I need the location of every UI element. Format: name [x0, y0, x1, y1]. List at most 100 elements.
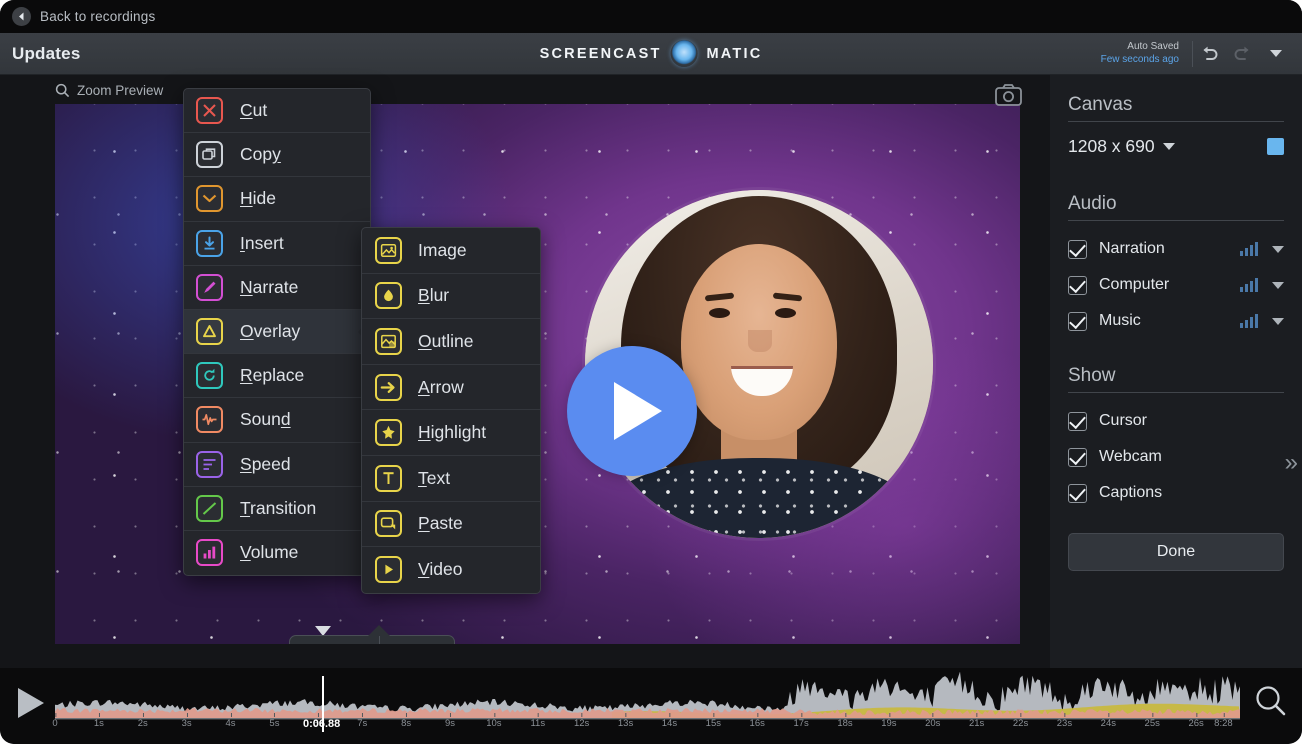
redo-button[interactable]: [1226, 39, 1259, 69]
overlay-submenu-item-outline[interactable]: Outline: [362, 319, 540, 365]
replace-icon: [204, 369, 215, 381]
speed-icon: [203, 458, 216, 470]
chevron-down-icon[interactable]: [1272, 281, 1284, 289]
context-menu-item-transition[interactable]: Transition: [184, 487, 370, 531]
arrow-icon: [380, 381, 395, 393]
timeline-tick: 21s: [968, 713, 985, 729]
context-menu-item-cut[interactable]: Cut: [184, 89, 370, 134]
magnifier-icon: [1256, 686, 1286, 716]
autosave-time: Few seconds ago: [1100, 53, 1179, 65]
audio-levels-icon[interactable]: [1240, 242, 1258, 256]
arrow-icon: [375, 373, 402, 401]
done-button[interactable]: Done: [1068, 533, 1284, 571]
audio-levels-icon[interactable]: [1240, 314, 1258, 328]
chevron-down-icon[interactable]: [1272, 317, 1284, 325]
overlay-submenu-item-blur[interactable]: Blur: [362, 274, 540, 320]
speed-icon: [196, 450, 223, 478]
context-menu-item-insert[interactable]: Insert: [184, 222, 370, 266]
screenshot-button[interactable]: [995, 84, 1022, 111]
context-menu-item-overlay[interactable]: Overlay: [184, 309, 371, 355]
play-overlay-button[interactable]: [567, 346, 697, 476]
audio-heading: Audio: [1068, 193, 1117, 214]
timeline-zoom-button[interactable]: [1254, 684, 1288, 723]
audio-track-label: Music: [1099, 312, 1141, 329]
camera-icon: [995, 84, 1022, 106]
sound-icon: [202, 414, 217, 426]
show-checkbox[interactable]: [1068, 411, 1087, 431]
audio-track-computer: Computer: [1068, 267, 1284, 303]
overlay-icon: [196, 318, 223, 346]
canvas-row: 1208 x 690: [1068, 132, 1284, 159]
audio-checkbox[interactable]: [1068, 311, 1087, 331]
transition-icon: [202, 502, 217, 515]
app-logo: SCREENCAST MATIC: [540, 40, 763, 67]
canvas-color-swatch[interactable]: [1267, 138, 1284, 155]
undo-button[interactable]: [1193, 39, 1226, 69]
playhead-time-label: 0:06.88: [302, 718, 341, 730]
audio-checkbox[interactable]: [1068, 239, 1087, 259]
timeline-tick: 22s: [1012, 713, 1029, 729]
show-heading: Show: [1068, 365, 1116, 386]
overlay-submenu-item-paste[interactable]: Paste: [362, 502, 540, 548]
context-menu-item-label: Replace: [240, 365, 305, 386]
paste-icon: [375, 510, 402, 538]
context-menu-item-sound[interactable]: Sound: [184, 398, 370, 443]
highlight-icon: [375, 419, 402, 447]
overlay-submenu-item-label: Text: [418, 467, 451, 488]
context-menu-item-volume[interactable]: Volume: [184, 531, 370, 575]
overlay-submenu-item-image[interactable]: Image: [362, 228, 540, 274]
timeline-tick: 14s: [661, 713, 678, 729]
timeline-tick: 7s: [357, 713, 368, 729]
overlay-submenu-item-label: Highlight: [418, 422, 487, 443]
audio-levels-icon[interactable]: [1240, 278, 1258, 292]
audio-checkbox[interactable]: [1068, 275, 1087, 295]
timeline-play-button[interactable]: [18, 688, 44, 718]
app-header: Updates SCREENCAST MATIC Auto Saved Few …: [0, 33, 1302, 75]
tools-bar: Tools + Text: [289, 625, 455, 644]
context-menu-item-hide[interactable]: Hide: [184, 177, 370, 222]
chevron-double-right-icon[interactable]: »: [1285, 449, 1298, 477]
show-checkbox[interactable]: [1068, 447, 1087, 467]
show-option-label: Webcam: [1099, 448, 1162, 465]
timeline-tick: 26s: [1188, 713, 1204, 729]
chevron-down-icon[interactable]: [1272, 245, 1284, 253]
timeline-waveform-track[interactable]: [55, 672, 1240, 720]
canvas-size-select[interactable]: 1208 x 690: [1068, 136, 1175, 157]
context-menu-item-label: Overlay: [240, 321, 301, 342]
tools-bar-notch-up: [368, 625, 390, 636]
timeline-ruler[interactable]: 0 1s 2s 3s 4s 5s 6s 7s 8s 9s 10s 11s 12s 13s 14s 15s 16s…: [52, 626, 1240, 740]
webcam-eye-right: [775, 308, 796, 318]
hide-icon: [202, 195, 217, 203]
undo-icon: [1203, 46, 1218, 60]
context-menu-item-copy[interactable]: Copy: [184, 133, 370, 178]
context-menu-item-narrate[interactable]: Narrate: [184, 266, 370, 310]
overlay-submenu-item-label: Blur: [418, 285, 450, 306]
back-bar[interactable]: Back to recordings: [0, 0, 1302, 33]
timeline-tick: 5s: [269, 713, 280, 729]
tools-button[interactable]: Tools: [290, 636, 379, 644]
overlay-submenu-item-arrow[interactable]: Arrow: [362, 365, 540, 411]
overlay-submenu-item-text[interactable]: Text: [362, 456, 540, 502]
show-option-label: Cursor: [1099, 412, 1148, 429]
context-menu-item-speed[interactable]: Speed: [184, 443, 370, 487]
chevron-down-icon: [1269, 50, 1282, 57]
timeline-tick: 3s: [181, 713, 192, 729]
show-option-captions: Captions: [1068, 475, 1284, 511]
hide-icon: [196, 185, 223, 213]
add-text-button[interactable]: + Text: [380, 636, 454, 644]
sound-icon: [196, 406, 223, 434]
show-option-label: Captions: [1099, 484, 1163, 501]
overlay-submenu-item-highlight[interactable]: Highlight: [362, 410, 540, 456]
back-to-recordings-label: Back to recordings: [40, 9, 156, 24]
audio-track-list: Narration Computer Music: [1068, 231, 1284, 339]
overlay-submenu-item-video[interactable]: Video: [362, 547, 540, 593]
show-checkbox[interactable]: [1068, 483, 1087, 503]
done-button-label: Done: [1156, 543, 1196, 560]
timeline-tick: 23s: [1056, 713, 1073, 729]
context-menu-item-replace[interactable]: Replace: [184, 354, 370, 399]
back-arrow-circle-icon[interactable]: [12, 7, 31, 26]
header-more-button[interactable]: [1259, 39, 1292, 69]
zoom-preview-label: Zoom Preview: [77, 83, 164, 98]
context-menu-item-label: Sound: [240, 409, 291, 430]
zoom-preview-toggle[interactable]: Zoom Preview: [55, 83, 163, 98]
